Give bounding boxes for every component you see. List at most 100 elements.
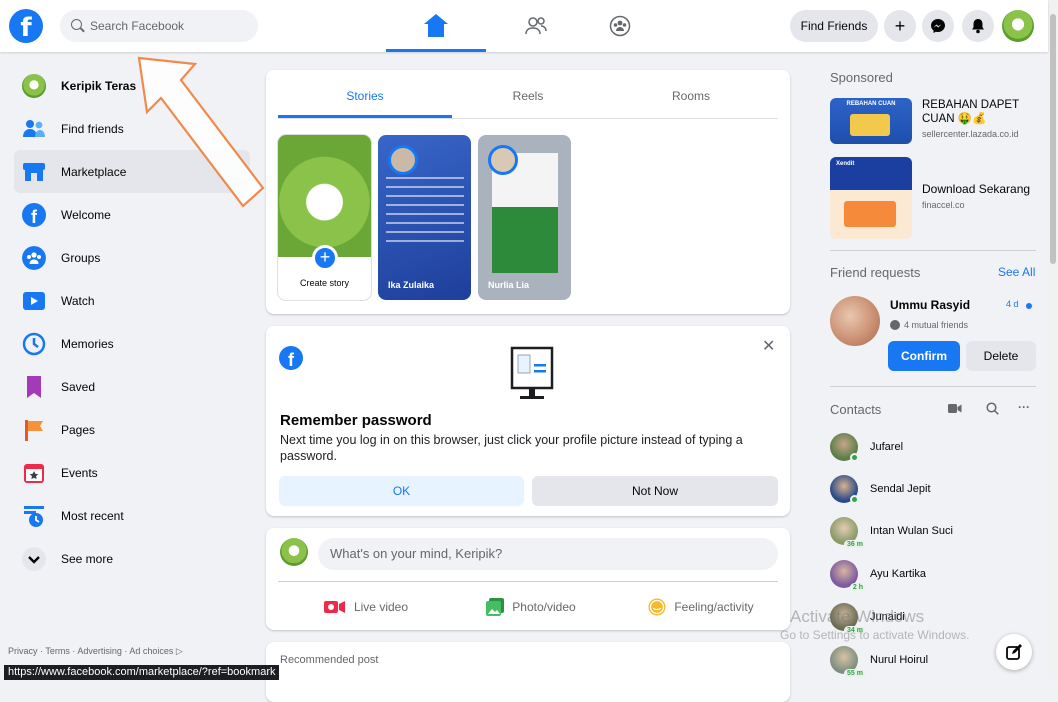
new-message-button[interactable] [996, 634, 1032, 670]
footer-links[interactable]: Privacy · Terms · Advertising · Ad choic… [8, 646, 183, 657]
tab-divider [278, 118, 778, 119]
contact-avatar [830, 433, 859, 462]
events-icon [24, 464, 44, 483]
friend-request-name[interactable]: Ummu Rasyid [890, 298, 970, 312]
contacts-heading: Contacts [830, 402, 882, 417]
facebook-icon: f [279, 346, 303, 370]
find-friends-button[interactable]: Find Friends [790, 10, 878, 42]
story-author: Ika Zulaika [388, 280, 435, 290]
feeling-activity-button[interactable]: Feeling/activity [626, 590, 776, 624]
sidebar-item-memories[interactable]: Memories [0, 322, 250, 365]
close-icon[interactable]: ✕ [762, 336, 775, 356]
contact-item[interactable]: 36 m Intan Wulan Suci [830, 514, 953, 549]
unread-dot [1026, 303, 1032, 309]
create-button[interactable]: + [884, 10, 916, 42]
confirm-button[interactable]: Confirm [888, 341, 960, 371]
memories-icon [22, 332, 46, 356]
sidebar-item-watch[interactable]: Watch [0, 279, 250, 322]
recommended-post-label: Recommended post [280, 654, 379, 666]
tab-stories[interactable]: Stories [278, 70, 452, 118]
groups-icon [609, 15, 631, 37]
ad-title[interactable]: Download Sekarang [922, 182, 1030, 196]
divider [830, 386, 1036, 387]
live-video-button[interactable]: Live video [296, 590, 436, 624]
ad-thumbnail-graphic [850, 114, 890, 136]
sidebar-item-label: Welcome [61, 207, 111, 222]
sidebar-item-label: Saved [61, 379, 96, 394]
tab-rooms[interactable]: Rooms [604, 70, 778, 118]
story-avatar [488, 145, 518, 175]
ad-title[interactable]: REBAHAN DAPET CUAN 🤑💰 [922, 98, 1038, 126]
contact-item[interactable]: 55 m Nurul Hoirul [830, 643, 928, 678]
ad-thumbnail[interactable]: REBAHAN CUAN [830, 98, 912, 144]
account-avatar[interactable] [1002, 10, 1034, 42]
groups-tab[interactable] [570, 4, 670, 48]
tab-reels[interactable]: Reels [441, 70, 615, 118]
contact-name: Intan Wulan Suci [870, 525, 953, 537]
last-active-badge: 36 m [844, 540, 866, 549]
contact-item[interactable]: Jufarel [830, 430, 903, 464]
contact-item[interactable]: Sendal Jepit [830, 472, 931, 506]
contact-name: Sendal Jepit [870, 483, 931, 495]
last-active-badge: 55 m [844, 669, 866, 678]
sidebar-item-label: Pages [61, 422, 96, 437]
create-story-card[interactable]: + Create story [278, 135, 371, 300]
contact-name: Jufarel [870, 441, 904, 453]
post-composer-card: What's on your mind, Keripik? Live video… [266, 528, 790, 630]
ok-button[interactable]: OK [279, 476, 524, 506]
see-all-link[interactable]: See All [998, 265, 1035, 279]
home-tab[interactable] [386, 4, 486, 52]
sidebar-item-label: Events [61, 465, 98, 480]
chevron-down-icon [22, 547, 46, 571]
remember-password-title: Remember password [280, 412, 432, 429]
friend-request-avatar[interactable] [830, 296, 880, 346]
sidebar-item-groups[interactable]: Groups [0, 236, 250, 279]
notifications-button[interactable] [962, 10, 994, 42]
action-label: Live video [353, 600, 409, 614]
ad-thumbnail-graphic [844, 201, 896, 227]
create-story-label: Create story [299, 278, 350, 288]
compose-icon [1006, 644, 1022, 660]
story-text-lines [386, 177, 464, 247]
sidebar-item-most-recent[interactable]: Most recent [0, 494, 250, 537]
mutual-friend-avatar [890, 320, 900, 330]
friends-icon [23, 120, 45, 137]
marketplace-icon [23, 163, 45, 181]
messenger-icon [931, 19, 945, 33]
friend-request-time: 4 d [1006, 299, 1019, 309]
sidebar-item-saved[interactable]: Saved [0, 365, 250, 408]
smiley-icon [648, 598, 666, 616]
ad-thumbnail[interactable]: Xendit [830, 157, 912, 239]
add-story-icon: + [312, 245, 338, 271]
online-indicator [850, 495, 859, 504]
groups-icon [22, 246, 46, 270]
story-author: Nurlia Lia [488, 280, 530, 290]
delete-button[interactable]: Delete [966, 341, 1036, 371]
facebook-logo[interactable]: f [9, 9, 43, 43]
scrollbar-thumb[interactable] [1050, 14, 1056, 264]
story-avatar [388, 145, 418, 175]
story-card[interactable]: Ika Zulaika [378, 135, 471, 300]
sidebar-item-label: Memories [61, 336, 114, 351]
online-indicator [850, 453, 859, 462]
friend-requests-heading: Friend requests [830, 265, 921, 280]
contact-item[interactable]: 2 h Ayu Kartika [830, 557, 926, 592]
video-call-icon[interactable] [948, 403, 962, 414]
sidebar-item-events[interactable]: Events [0, 451, 250, 494]
story-card[interactable]: Nurlia Lia [478, 135, 571, 300]
remember-password-card: f ✕ Remember password Next time you log … [266, 326, 790, 516]
computer-illustration-icon [510, 346, 554, 399]
not-now-button[interactable]: Not Now [532, 476, 778, 506]
sidebar-item-label: See more [61, 551, 114, 566]
whats-on-your-mind-input[interactable]: What's on your mind, Keripik? [318, 538, 778, 570]
search-contacts-icon[interactable] [986, 402, 999, 415]
photo-video-button[interactable]: Photo/video [456, 590, 606, 624]
messenger-button[interactable] [922, 10, 954, 42]
sidebar-item-pages[interactable]: Pages [0, 408, 250, 451]
search-input[interactable]: Search Facebook [60, 10, 258, 42]
watch-icon [23, 292, 45, 310]
more-options-icon[interactable]: ··· [1018, 400, 1030, 414]
top-navigation-bar: f Search Facebook Find Friends + [0, 0, 1048, 52]
sidebar-item-see-more[interactable]: See more [0, 537, 250, 580]
sidebar-item-label: Groups [61, 250, 101, 265]
